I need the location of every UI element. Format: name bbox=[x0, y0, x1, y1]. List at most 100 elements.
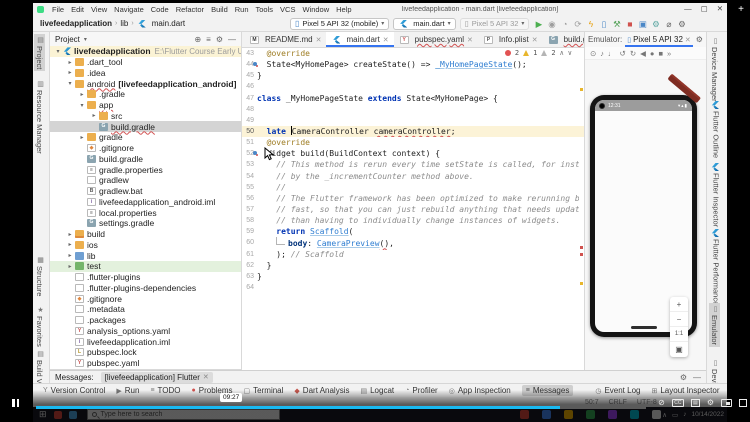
maximize-button[interactable]: ▢ bbox=[701, 4, 708, 13]
chevron-right-icon[interactable]: ▸ bbox=[66, 231, 74, 238]
caret-position[interactable]: 50:7 bbox=[585, 399, 599, 406]
menu-code[interactable]: Code bbox=[148, 5, 172, 14]
menu-navigate[interactable]: Navigate bbox=[111, 5, 147, 14]
tree-item-gradlew-bat[interactable]: Bgradlew.bat bbox=[50, 186, 241, 197]
menu-window[interactable]: Window bbox=[299, 5, 332, 14]
tree-item-gradle[interactable]: ▸gradle bbox=[50, 132, 241, 143]
chevron-right-icon[interactable]: ▸ bbox=[66, 69, 74, 76]
stop-button[interactable]: ■ bbox=[624, 18, 635, 30]
stripe-item-flutter-outline[interactable]: Flutter Outline bbox=[709, 99, 723, 160]
tab-main-dart[interactable]: main.dart✕ bbox=[326, 32, 393, 47]
tree-item-lib[interactable]: ▸lib bbox=[50, 250, 241, 261]
start-button[interactable]: ⊞ bbox=[39, 409, 47, 420]
toolwindow-button-todo[interactable]: ≡TODO bbox=[150, 386, 180, 395]
layout-inspector-button[interactable]: ▣ bbox=[637, 18, 648, 30]
close-icon[interactable]: ✕ bbox=[532, 36, 538, 44]
close-icon[interactable]: ✕ bbox=[316, 36, 322, 44]
tree-item--packages[interactable]: .packages bbox=[50, 315, 241, 326]
tree-item--flutter-plugins[interactable]: .flutter-plugins bbox=[50, 272, 241, 283]
taskbar-search[interactable]: Type here to search bbox=[87, 409, 280, 420]
breadcrumb-item[interactable]: main.dart bbox=[152, 19, 185, 28]
rotate-left-icon[interactable]: ↺ bbox=[620, 49, 626, 58]
messages-tab[interactable]: [livefeedapplication] Flutter ✕ bbox=[101, 372, 213, 383]
chevron-right-icon[interactable]: ▸ bbox=[78, 91, 86, 98]
encoding[interactable]: UTF-8 bbox=[637, 399, 657, 406]
overview-icon[interactable]: ■ bbox=[658, 49, 663, 58]
home-icon[interactable]: ● bbox=[650, 49, 655, 58]
player-settings-icon[interactable]: ⚙ bbox=[707, 398, 714, 407]
close-icon[interactable]: ✕ bbox=[685, 36, 691, 44]
emulator-device-tab[interactable]: ▯ Pixel 5 API 32 ✕ bbox=[625, 32, 693, 47]
tree-item-build-gradle[interactable]: Gbuild.gradle bbox=[50, 121, 241, 132]
toolwindow-button-messages[interactable]: ≡Messages bbox=[522, 385, 574, 396]
tree-item-app[interactable]: ▾app bbox=[50, 100, 241, 111]
tree-item-test[interactable]: ▸test bbox=[50, 261, 241, 272]
zoom-out-button[interactable]: − bbox=[670, 312, 688, 327]
tree-settings-icon[interactable]: ⚙ bbox=[216, 35, 223, 44]
volume-down-icon[interactable]: ♩ bbox=[608, 49, 616, 58]
project-tab-label[interactable]: Project bbox=[55, 35, 80, 44]
stripe-item-flutter-inspector[interactable]: Flutter Inspector bbox=[709, 161, 723, 229]
tree-item-android[interactable]: ▾android[livefeedapplication_android] bbox=[50, 78, 241, 89]
run-button[interactable]: ▶ bbox=[533, 18, 544, 30]
taskbar-app-icon[interactable] bbox=[54, 411, 62, 419]
tree-item-build-gradle[interactable]: Gbuild.gradle bbox=[50, 154, 241, 165]
tray-chevron-icon[interactable]: ∧ bbox=[662, 411, 667, 419]
hide-panel-icon[interactable]: — bbox=[693, 373, 701, 382]
tree-item--gitignore[interactable]: ◆.gitignore bbox=[50, 143, 241, 154]
minimize-button[interactable]: — bbox=[684, 4, 692, 13]
close-icon[interactable]: ✕ bbox=[467, 36, 473, 44]
zoom-fit-button[interactable]: ▣ bbox=[670, 342, 688, 357]
menu-help[interactable]: Help bbox=[333, 5, 354, 14]
taskbar-app-icon[interactable] bbox=[608, 410, 617, 419]
tree-item-livefeedapplication[interactable]: ▾livefeedapplicationE:\Flutter Course Ea… bbox=[50, 46, 241, 57]
chevron-right-icon[interactable]: ▸ bbox=[78, 134, 86, 141]
volume-up-icon[interactable]: ♪ bbox=[600, 49, 604, 58]
quality-icon[interactable]: ▤ bbox=[691, 399, 700, 407]
taskbar-date[interactable]: 10/14/2022 bbox=[691, 411, 724, 418]
stripe-item-device-manager[interactable]: ▯Device Manager bbox=[709, 35, 720, 104]
search-everywhere-button[interactable]: ⌀ bbox=[663, 18, 674, 30]
tab-readme-md[interactable]: MREADME.md✕ bbox=[244, 32, 326, 47]
menu-edit[interactable]: Edit bbox=[68, 5, 87, 14]
menu-refactor[interactable]: Refactor bbox=[173, 5, 207, 14]
chevron-right-icon[interactable]: ▸ bbox=[66, 241, 74, 248]
toolwindow-button-terminal[interactable]: ▢Terminal bbox=[244, 386, 284, 395]
sync-button[interactable]: ⚙ bbox=[650, 18, 661, 30]
attach-debugger-button[interactable]: ⟳ bbox=[572, 18, 583, 30]
run-config-selector[interactable]: main.dart ▾ bbox=[393, 18, 455, 30]
chevron-down-icon[interactable]: ▾ bbox=[78, 102, 86, 109]
zoom-reset-button[interactable]: 1:1 bbox=[670, 327, 688, 342]
gear-icon[interactable]: ⚙ bbox=[680, 373, 687, 382]
tree-item-gradle-properties[interactable]: ≡gradle.properties bbox=[50, 164, 241, 175]
device-selector[interactable]: ▯ Pixel 5 API 32 (mobile) ▾ bbox=[290, 18, 389, 30]
menu-file[interactable]: File bbox=[49, 5, 67, 14]
menu-view[interactable]: View bbox=[88, 5, 110, 14]
tab-info-plist[interactable]: PInfo.plist✕ bbox=[478, 32, 543, 47]
tab-pubspec-yaml[interactable]: Ypubspec.yaml✕ bbox=[394, 32, 478, 47]
profiler-button[interactable]: ◔ bbox=[559, 18, 570, 30]
tray-volume-icon[interactable]: ♪ bbox=[683, 411, 686, 418]
miniplayer-icon[interactable] bbox=[721, 399, 732, 407]
toolwindow-button-event-log[interactable]: ◷Event Log bbox=[595, 386, 640, 395]
tray-network-icon[interactable]: ▭ bbox=[672, 411, 678, 419]
taskbar-app-icon[interactable] bbox=[564, 410, 573, 419]
zoom-in-button[interactable]: + bbox=[670, 297, 688, 312]
device-button[interactable]: ▯ bbox=[598, 18, 609, 30]
back-icon[interactable]: ◀ bbox=[640, 49, 646, 58]
stripe-item-resource-manager[interactable]: ▥Resource Manager bbox=[34, 78, 45, 156]
tree-item-gradlew[interactable]: gradlew bbox=[50, 175, 241, 186]
tree-item--gitignore[interactable]: ◆.gitignore bbox=[50, 293, 241, 304]
menu-tools[interactable]: Tools bbox=[253, 5, 277, 14]
tree-item--metadata[interactable]: .metadata bbox=[50, 304, 241, 315]
close-icon[interactable]: ✕ bbox=[203, 373, 209, 381]
taskbar-app-icon[interactable] bbox=[652, 410, 661, 419]
stripe-item-flutter-performance[interactable]: Flutter Performance bbox=[709, 227, 723, 307]
debug-button[interactable]: ◉ bbox=[546, 18, 557, 30]
close-button[interactable]: ✕ bbox=[717, 4, 723, 13]
target-device-selector[interactable]: ▯ Pixel 5 API 32 ▾ bbox=[460, 18, 530, 30]
tree-item-analysis-options-yaml[interactable]: Yanalysis_options.yaml bbox=[50, 326, 241, 337]
tree-item-build[interactable]: ▸build bbox=[50, 229, 241, 240]
hide-panel-icon[interactable]: — bbox=[228, 35, 236, 44]
autoplay-toggle-icon[interactable]: ⊘ bbox=[658, 398, 665, 407]
